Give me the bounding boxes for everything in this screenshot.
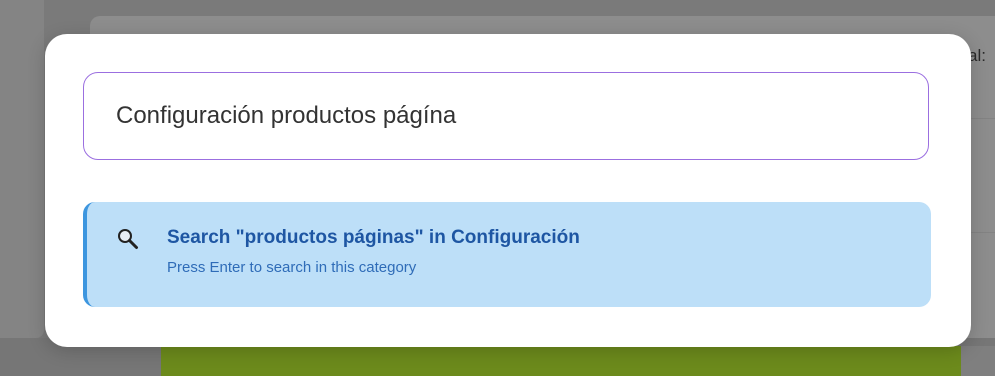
background-sidebar — [0, 0, 44, 338]
search-result-title: Search "productos páginas" in Configurac… — [167, 227, 580, 248]
magnifier-icon — [118, 229, 138, 249]
search-result-hint: Press Enter to search in this category — [167, 259, 417, 276]
search-modal: Search "productos páginas" in Configurac… — [45, 34, 971, 347]
background-green-banner — [161, 346, 961, 376]
search-result-item[interactable]: Search "productos páginas" in Configurac… — [83, 202, 931, 307]
background-green-banner-edge — [961, 346, 995, 376]
search-input[interactable] — [83, 72, 929, 160]
